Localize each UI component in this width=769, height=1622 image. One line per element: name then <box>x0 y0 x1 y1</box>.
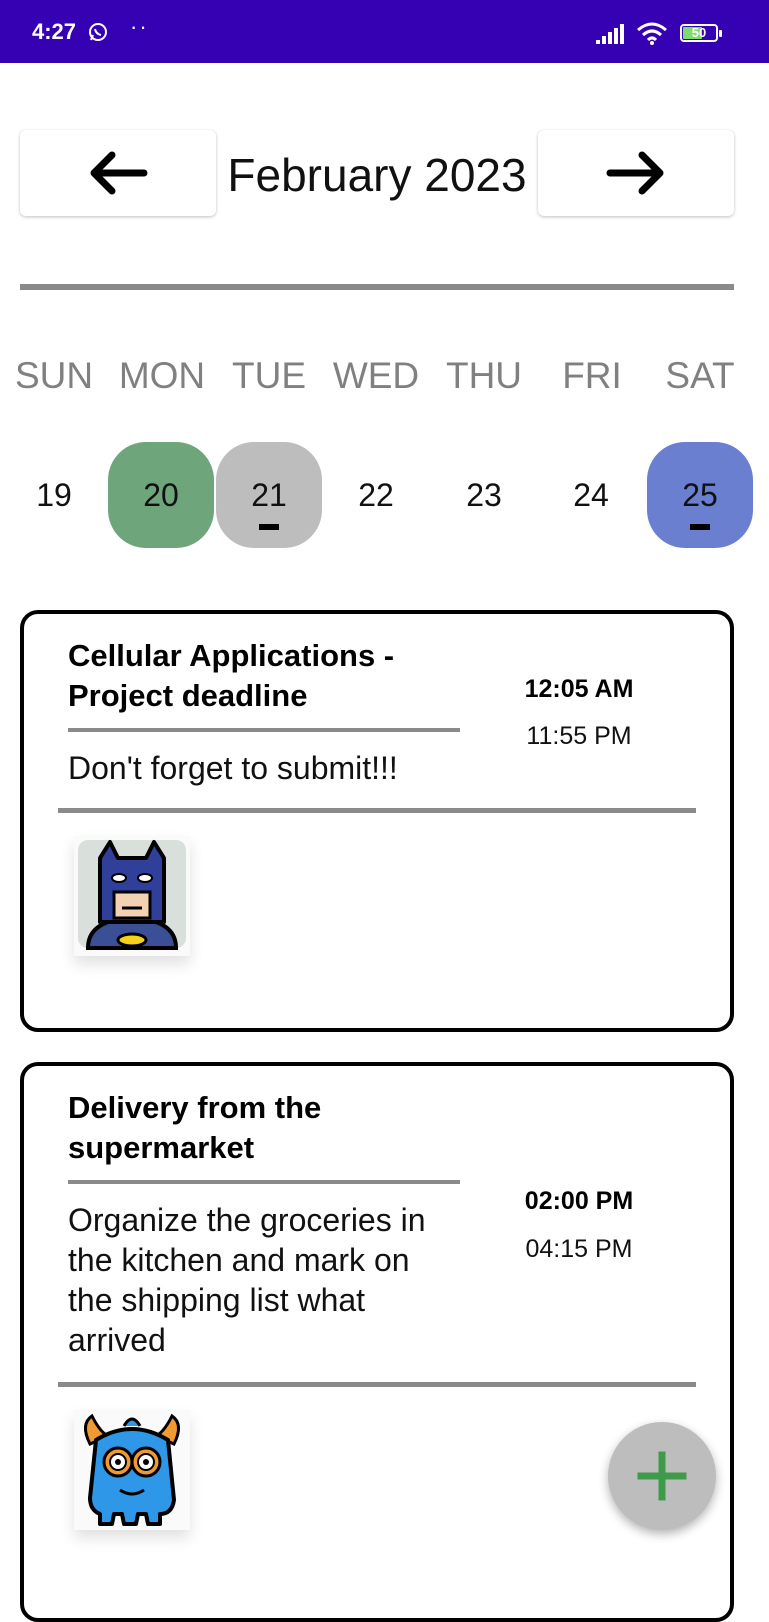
day-number: 25 <box>682 477 718 513</box>
weekday-mon: MON <box>118 355 206 396</box>
wifi-icon <box>636 22 668 46</box>
batman-avatar-icon <box>74 836 190 956</box>
day-cell-24[interactable]: 24 <box>538 442 644 548</box>
weekday-wed: WED <box>332 355 420 396</box>
card-divider <box>58 808 696 813</box>
event-start-time: 02:00 PM <box>524 1187 634 1215</box>
battery-percent: 50 <box>691 25 707 40</box>
arrow-right-icon <box>606 151 664 195</box>
event-marker <box>690 524 710 530</box>
day-number: 24 <box>573 477 609 513</box>
event-card[interactable]: Delivery from the supermarket 02:00 PM 0… <box>20 1062 734 1622</box>
header-divider <box>20 284 734 290</box>
weekday-sat: SAT <box>665 355 735 396</box>
next-month-button[interactable] <box>538 130 734 216</box>
notification-dots: ·· <box>130 14 149 39</box>
event-end-time: 04:15 PM <box>525 1235 633 1263</box>
weekday-tue: TUE <box>232 355 306 396</box>
day-number: 22 <box>358 477 394 513</box>
status-time: 4:27 <box>32 19 77 44</box>
weekday-fri: FRI <box>562 355 622 396</box>
day-number: 19 <box>36 477 72 513</box>
day-cell-21[interactable]: 21 <box>216 442 322 548</box>
blue-monster-avatar-icon <box>74 1410 190 1530</box>
title-divider <box>68 728 460 732</box>
day-number: 20 <box>143 477 179 513</box>
event-title: Cellular Applications - Project deadline <box>68 638 395 713</box>
card-divider <box>58 1382 696 1387</box>
arrow-left-icon <box>90 151 148 195</box>
status-bar: 4:27 ·· 50 <box>0 0 769 63</box>
event-marker <box>259 524 279 530</box>
day-cell-19[interactable]: 19 <box>1 442 107 548</box>
event-description: Organize the groceries in the kitchen an… <box>68 1202 426 1358</box>
weekday-thu: THU <box>445 355 523 396</box>
previous-month-button[interactable] <box>20 130 216 216</box>
plus-icon <box>637 1451 687 1501</box>
event-end-time: 11:55 PM <box>526 722 632 750</box>
day-cell-23[interactable]: 23 <box>431 442 537 548</box>
day-cell-25-selected[interactable]: 25 <box>647 442 753 548</box>
weekday-sun: SUN <box>14 355 94 396</box>
day-number: 21 <box>251 477 287 513</box>
event-description: Don't forget to submit!!! <box>68 750 398 786</box>
battery-icon: 50 <box>680 22 724 44</box>
add-event-button[interactable] <box>608 1422 716 1530</box>
month-title: February 2023 <box>227 149 527 201</box>
day-cell-22[interactable]: 22 <box>323 442 429 548</box>
event-card[interactable]: Cellular Applications - Project deadline… <box>20 610 734 1032</box>
day-number: 23 <box>466 477 502 513</box>
signal-icon <box>596 24 628 46</box>
event-title: Delivery from the supermarket <box>68 1090 322 1165</box>
day-cell-20-today[interactable]: 20 <box>108 442 214 548</box>
whatsapp-icon <box>88 22 108 42</box>
title-divider <box>68 1180 460 1184</box>
event-start-time: 12:05 AM <box>524 675 634 703</box>
